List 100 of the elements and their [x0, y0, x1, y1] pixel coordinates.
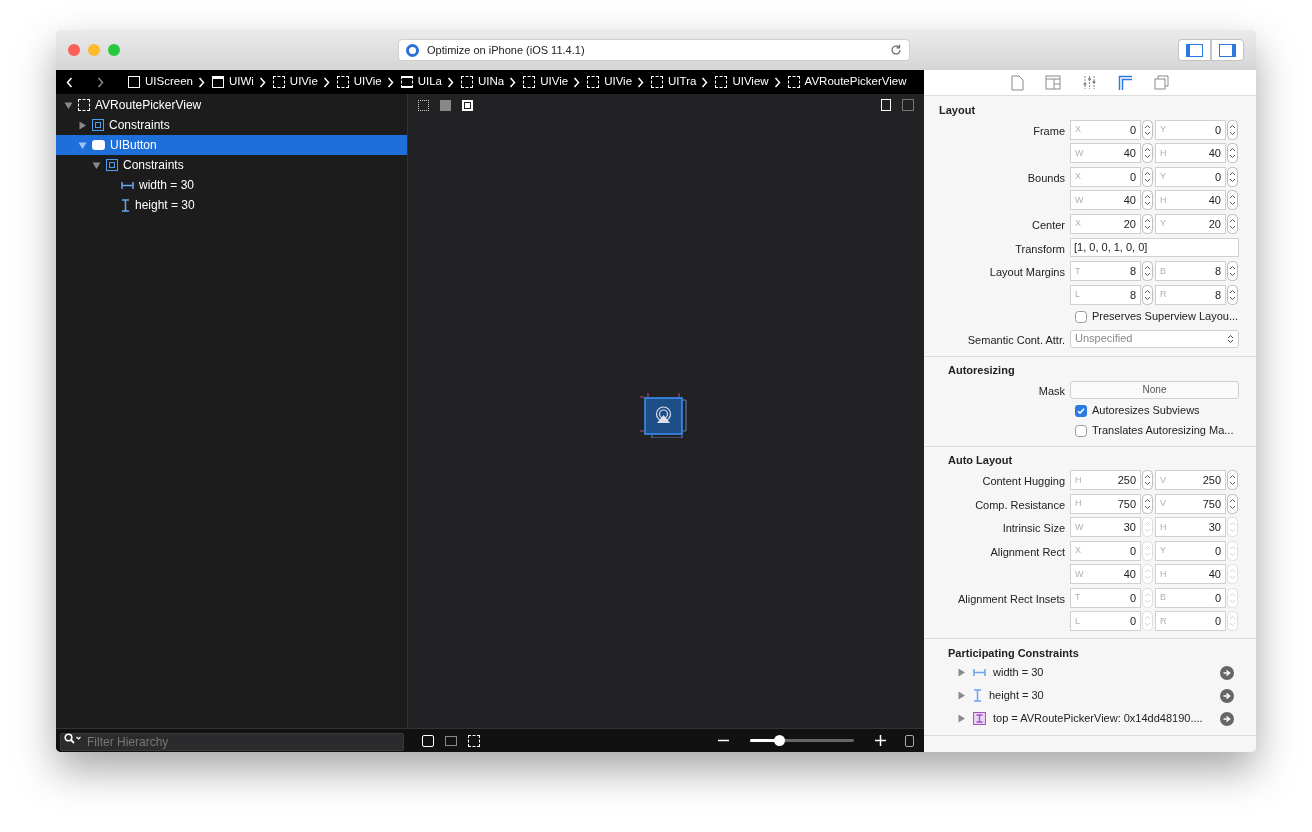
dashed-square-icon [715, 76, 728, 88]
hierarchy-row[interactable]: Constraints [56, 155, 407, 175]
number-field[interactable]: H 250 [1070, 470, 1141, 491]
stepper[interactable] [1142, 143, 1153, 164]
number-field[interactable]: T 8 [1070, 261, 1141, 282]
zoom-in-icon[interactable] [875, 735, 886, 746]
stepper[interactable] [1142, 190, 1153, 211]
checkbox-label: Autoresizes Subviews [1092, 403, 1200, 419]
number-field[interactable]: Y 0 [1155, 119, 1226, 140]
number-field[interactable]: H 40 [1155, 143, 1226, 164]
number-field[interactable]: H 40 [1155, 190, 1226, 211]
filter-field[interactable]: Filter Hierarchy [60, 732, 404, 751]
breadcrumb-item[interactable]: UIVie [289, 73, 318, 91]
stacked-view-icon[interactable] [902, 99, 914, 111]
property-label: Layout Margins [989, 266, 1065, 279]
checkbox[interactable] [1075, 404, 1087, 417]
stepper[interactable] [1227, 190, 1238, 211]
stepper[interactable] [1142, 213, 1153, 234]
number-field[interactable]: X 20 [1070, 213, 1141, 234]
framed-square-icon[interactable] [462, 99, 473, 111]
transform-field[interactable]: [1, 0, 0, 1, 0, 0] [1070, 238, 1239, 257]
hierarchy-row[interactable]: UIButton [56, 135, 407, 155]
number-field[interactable]: X 0 [1070, 166, 1141, 187]
hierarchy-row[interactable]: width = 30 [56, 175, 407, 195]
checkbox[interactable] [1075, 310, 1087, 323]
number-field[interactable]: L 8 [1070, 284, 1141, 305]
breadcrumb-item[interactable]: UILa [417, 73, 442, 91]
stepper[interactable] [1227, 119, 1238, 140]
property-label: Comp. Resistance [975, 498, 1065, 511]
dashed-square-icon[interactable] [468, 734, 480, 747]
property-label: Frame [1033, 124, 1065, 137]
reload-icon[interactable] [890, 44, 902, 56]
fill-square-icon[interactable] [440, 99, 451, 111]
chevron-icon [197, 76, 205, 88]
number-field[interactable]: X 0 [1070, 119, 1141, 140]
stepper[interactable] [1142, 284, 1153, 305]
single-view-icon[interactable] [881, 99, 891, 111]
disclosure-triangle[interactable] [957, 714, 966, 723]
stepper[interactable] [1227, 166, 1238, 187]
breadcrumb-item[interactable]: UIView [732, 73, 769, 91]
dashed-square-icon [272, 76, 285, 88]
disclosure-triangle[interactable] [78, 140, 87, 150]
number-field[interactable]: W 40 [1070, 190, 1141, 211]
select-dropdown[interactable]: Unspecified [1070, 329, 1239, 348]
fit-icon[interactable] [422, 734, 434, 747]
stepper[interactable] [1227, 213, 1238, 234]
checkbox[interactable] [1075, 424, 1087, 437]
stepper[interactable] [1227, 261, 1238, 282]
number-field[interactable]: W 40 [1070, 143, 1141, 164]
number-field[interactable]: V 250 [1155, 470, 1226, 491]
breadcrumb-item[interactable]: UIVie [604, 73, 633, 91]
stepper[interactable] [1227, 143, 1238, 164]
breadcrumb-item[interactable]: UIVie [540, 73, 569, 91]
keyboard-icon[interactable] [445, 735, 457, 746]
breadcrumb-item[interactable]: UIWi [228, 73, 254, 91]
hierarchy-row[interactable]: height = 30 [56, 195, 407, 215]
forward-icon[interactable] [97, 76, 104, 88]
breadcrumb-item[interactable]: UINa [478, 73, 505, 91]
mask-button[interactable]: None [1070, 380, 1239, 399]
number-field[interactable]: R 8 [1155, 284, 1226, 305]
dashed-square-icon [523, 76, 536, 88]
stepper[interactable] [1227, 284, 1238, 305]
disclosure-triangle[interactable] [957, 691, 966, 700]
address-field[interactable]: Optimize on iPhone (iOS 11.4.1) [398, 39, 910, 61]
bounds-icon[interactable] [418, 99, 429, 111]
chevron-icon [637, 76, 645, 88]
stepper[interactable] [1142, 470, 1153, 491]
back-icon[interactable] [66, 76, 73, 88]
number-field[interactable]: Y 0 [1155, 166, 1226, 187]
disclosure-triangle[interactable] [64, 100, 73, 110]
dashed-square-icon [336, 76, 349, 88]
breadcrumb-item[interactable]: UIVie [353, 73, 382, 91]
device-icon[interactable] [905, 734, 914, 747]
hierarchy-row[interactable]: AVRoutePickerView [56, 95, 407, 115]
disclosure-triangle[interactable] [78, 120, 87, 130]
disclosure-triangle[interactable] [92, 160, 101, 170]
screen-icon [128, 76, 140, 88]
ruler-tab[interactable] [1118, 73, 1133, 92]
stepper[interactable] [1142, 119, 1153, 140]
number-field[interactable]: B 8 [1155, 261, 1226, 282]
number-field[interactable]: H 750 [1070, 493, 1141, 514]
hierarchy-row[interactable]: Constraints [56, 115, 407, 135]
stepper[interactable] [1142, 261, 1153, 282]
stepper[interactable] [1227, 493, 1238, 514]
right-sidebar-button[interactable] [1211, 39, 1244, 61]
disclosure-triangle[interactable] [957, 668, 966, 677]
number-field[interactable]: Y 20 [1155, 213, 1226, 234]
breadcrumb-item[interactable]: AVRoutePickerView [804, 73, 907, 91]
number-field[interactable]: V 750 [1155, 493, 1226, 514]
stepper[interactable] [1142, 493, 1153, 514]
sliders-tab[interactable] [1082, 73, 1097, 92]
property-label: Bounds [1027, 171, 1065, 184]
search-icon[interactable] [64, 732, 82, 744]
breadcrumb-item[interactable]: UITra [668, 73, 697, 91]
stepper[interactable] [1142, 166, 1153, 187]
property-label: Alignment Rect [990, 545, 1065, 558]
breadcrumb-item[interactable]: UIScreen [145, 73, 193, 91]
stepper[interactable] [1227, 470, 1238, 491]
left-sidebar-button[interactable] [1178, 39, 1211, 61]
slider-thumb[interactable] [774, 735, 786, 746]
